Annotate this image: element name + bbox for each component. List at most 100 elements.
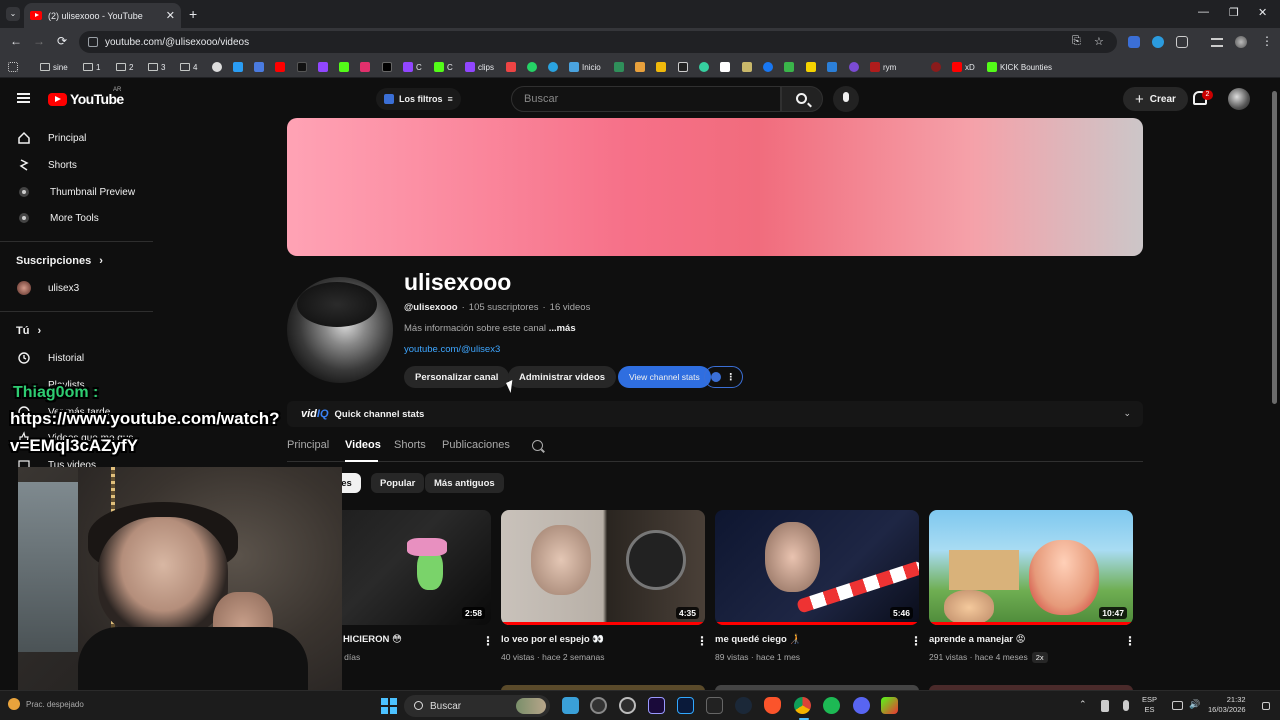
apps-grid-icon[interactable] xyxy=(8,60,18,74)
search-icon[interactable] xyxy=(532,440,543,451)
video-menu-icon[interactable]: ⋮ xyxy=(910,634,922,648)
bookmark-icon[interactable] xyxy=(614,60,624,74)
extensions-puzzle-icon[interactable] xyxy=(1176,36,1188,48)
channel-description[interactable]: Más información sobre este canal ...más xyxy=(404,323,576,334)
bookmark-icon[interactable] xyxy=(827,60,837,74)
translate-extension-icon[interactable] xyxy=(1128,36,1140,48)
video-thumbnail[interactable]: 5:46 xyxy=(715,510,919,625)
task-view-icon[interactable] xyxy=(562,697,579,714)
x-bookmark-icon[interactable] xyxy=(382,60,392,74)
twitch-bookmark-icon[interactable] xyxy=(318,60,328,74)
profile-avatar-icon[interactable] xyxy=(1235,36,1247,48)
extension-icon[interactable] xyxy=(1152,36,1164,48)
xd-bookmark[interactable]: xD xyxy=(952,60,975,74)
clips-bookmark[interactable]: clips xyxy=(465,60,494,74)
page-scrollbar[interactable] xyxy=(1270,79,1280,690)
tab-posts[interactable]: Publicaciones xyxy=(442,439,510,451)
bookmark-icon[interactable] xyxy=(784,60,794,74)
bookmark-icon[interactable] xyxy=(506,60,516,74)
bookmark-icon[interactable] xyxy=(849,60,859,74)
more-link[interactable]: ...más xyxy=(549,323,576,334)
tiktok-bookmark-icon[interactable] xyxy=(297,60,307,74)
start-button[interactable] xyxy=(381,698,397,714)
bookmark-icon[interactable] xyxy=(742,60,752,74)
tab-videos[interactable]: Videos xyxy=(345,439,381,451)
video-title[interactable]: me quedé ciego 🧑‍🦯 xyxy=(715,634,801,645)
facebook-bookmark-icon[interactable] xyxy=(763,60,773,74)
menu-icon[interactable] xyxy=(17,93,30,103)
scrollbar-thumb[interactable] xyxy=(1272,91,1277,404)
taskbar-search[interactable]: Buscar xyxy=(404,695,550,717)
bookmark-icon[interactable] xyxy=(720,60,730,74)
view-channel-stats-button[interactable]: View channel stats xyxy=(618,366,711,388)
video-menu-icon[interactable]: ⋮ xyxy=(696,634,708,648)
bookmark-icon[interactable] xyxy=(233,60,243,74)
new-tab-button[interactable]: + xyxy=(189,6,197,22)
binance-bookmark-icon[interactable] xyxy=(656,60,666,74)
bookmark-icon[interactable] xyxy=(806,60,816,74)
vidiq-quick-stats-bar[interactable]: vidIQ Quick channel stats ⌄ xyxy=(287,401,1143,427)
chevron-down-icon[interactable]: ⌄ xyxy=(1123,408,1131,419)
tab-list-button[interactable]: ⌄ xyxy=(6,7,20,21)
back-button[interactable]: ← xyxy=(10,34,22,48)
filters-button[interactable]: Los filtros ≡ xyxy=(376,88,461,110)
browser-menu-button[interactable]: ⋮ xyxy=(1261,34,1273,48)
volume-icon[interactable]: 🔊 xyxy=(1189,699,1200,710)
spotify-icon[interactable] xyxy=(823,697,840,714)
minimize-button[interactable]: — xyxy=(1198,6,1209,18)
install-app-icon[interactable]: ⎘ xyxy=(1072,35,1081,48)
site-info-icon[interactable] xyxy=(88,37,98,47)
chip-popular[interactable]: Popular xyxy=(371,473,425,493)
reload-button[interactable]: ⟳ xyxy=(57,34,67,48)
bookmark-icon[interactable] xyxy=(212,60,222,74)
bookmark-folder[interactable]: 2 xyxy=(116,60,133,74)
search-button[interactable] xyxy=(781,86,823,112)
channel-external-link[interactable]: youtube.com/@ulisex3 xyxy=(404,344,500,355)
video-title[interactable]: aprende a manejar 😡 xyxy=(929,634,1026,645)
manage-videos-button[interactable]: Administrar videos xyxy=(508,366,617,388)
kick-bookmark-icon[interactable] xyxy=(339,60,349,74)
usb-icon[interactable] xyxy=(1101,700,1109,712)
photoshop-icon[interactable] xyxy=(677,697,694,714)
bookmark-folder[interactable]: 3 xyxy=(148,60,165,74)
obs-icon[interactable] xyxy=(590,697,607,714)
sidebar-item-subscription[interactable]: ulisex3 xyxy=(0,275,153,301)
chrome-icon[interactable] xyxy=(794,697,811,714)
sidebar-item-thumbnail-preview[interactable]: Thumbnail Preview xyxy=(0,179,153,205)
twitch-bookmark[interactable]: C xyxy=(403,60,422,74)
premiere-icon[interactable] xyxy=(648,697,665,714)
tab-close-icon[interactable]: ✕ xyxy=(166,9,175,22)
search-input[interactable] xyxy=(524,93,764,105)
bookmark-folder[interactable]: sine xyxy=(40,60,68,74)
tab-principal[interactable]: Principal xyxy=(287,439,329,451)
discord-icon[interactable] xyxy=(853,697,870,714)
browser-tab[interactable]: (2) ulisexooo - YouTube ✕ xyxy=(24,3,181,28)
youtube-logo[interactable]: YouTube AR xyxy=(48,87,124,107)
sidebar-item-more-tools[interactable]: More Tools xyxy=(0,205,153,231)
customize-channel-button[interactable]: Personalizar canal xyxy=(404,366,510,388)
address-bar[interactable]: youtube.com/@ulisexooo/videos ⎘ ☆ xyxy=(79,31,1117,53)
kick-bookmark[interactable]: C xyxy=(434,60,453,74)
video-thumbnail[interactable]: 10:47 xyxy=(929,510,1133,625)
account-avatar[interactable] xyxy=(1228,88,1250,110)
youtube-bookmark-icon[interactable] xyxy=(275,60,285,74)
video-title[interactable]: lo veo por el espejo 👀 xyxy=(501,634,604,645)
you-heading[interactable]: Tú › xyxy=(16,325,41,337)
forward-button[interactable]: → xyxy=(33,34,45,48)
sidebar-item-history[interactable]: Historial xyxy=(0,345,153,371)
subscriptions-heading[interactable]: Suscripciones › xyxy=(16,255,103,267)
bookmark-icon[interactable] xyxy=(931,60,941,74)
bookmark-folder[interactable]: 1 xyxy=(83,60,100,74)
bookmark-icon[interactable] xyxy=(635,60,645,74)
brave-icon[interactable] xyxy=(764,697,781,714)
bookmark-icon[interactable] xyxy=(678,60,688,74)
telegram-bookmark-icon[interactable] xyxy=(548,60,558,74)
sidebar-item-principal[interactable]: Principal xyxy=(0,125,153,151)
bookmark-icon[interactable] xyxy=(254,60,264,74)
sidebar-item-shorts[interactable]: Shorts xyxy=(0,152,153,178)
create-button[interactable]: + Crear xyxy=(1123,87,1188,111)
video-thumbnail[interactable]: 4:35 xyxy=(501,510,705,625)
window-close-button[interactable]: ✕ xyxy=(1258,6,1267,19)
bookmark-folder[interactable]: 4 xyxy=(180,60,197,74)
channel-avatar[interactable] xyxy=(287,277,393,383)
